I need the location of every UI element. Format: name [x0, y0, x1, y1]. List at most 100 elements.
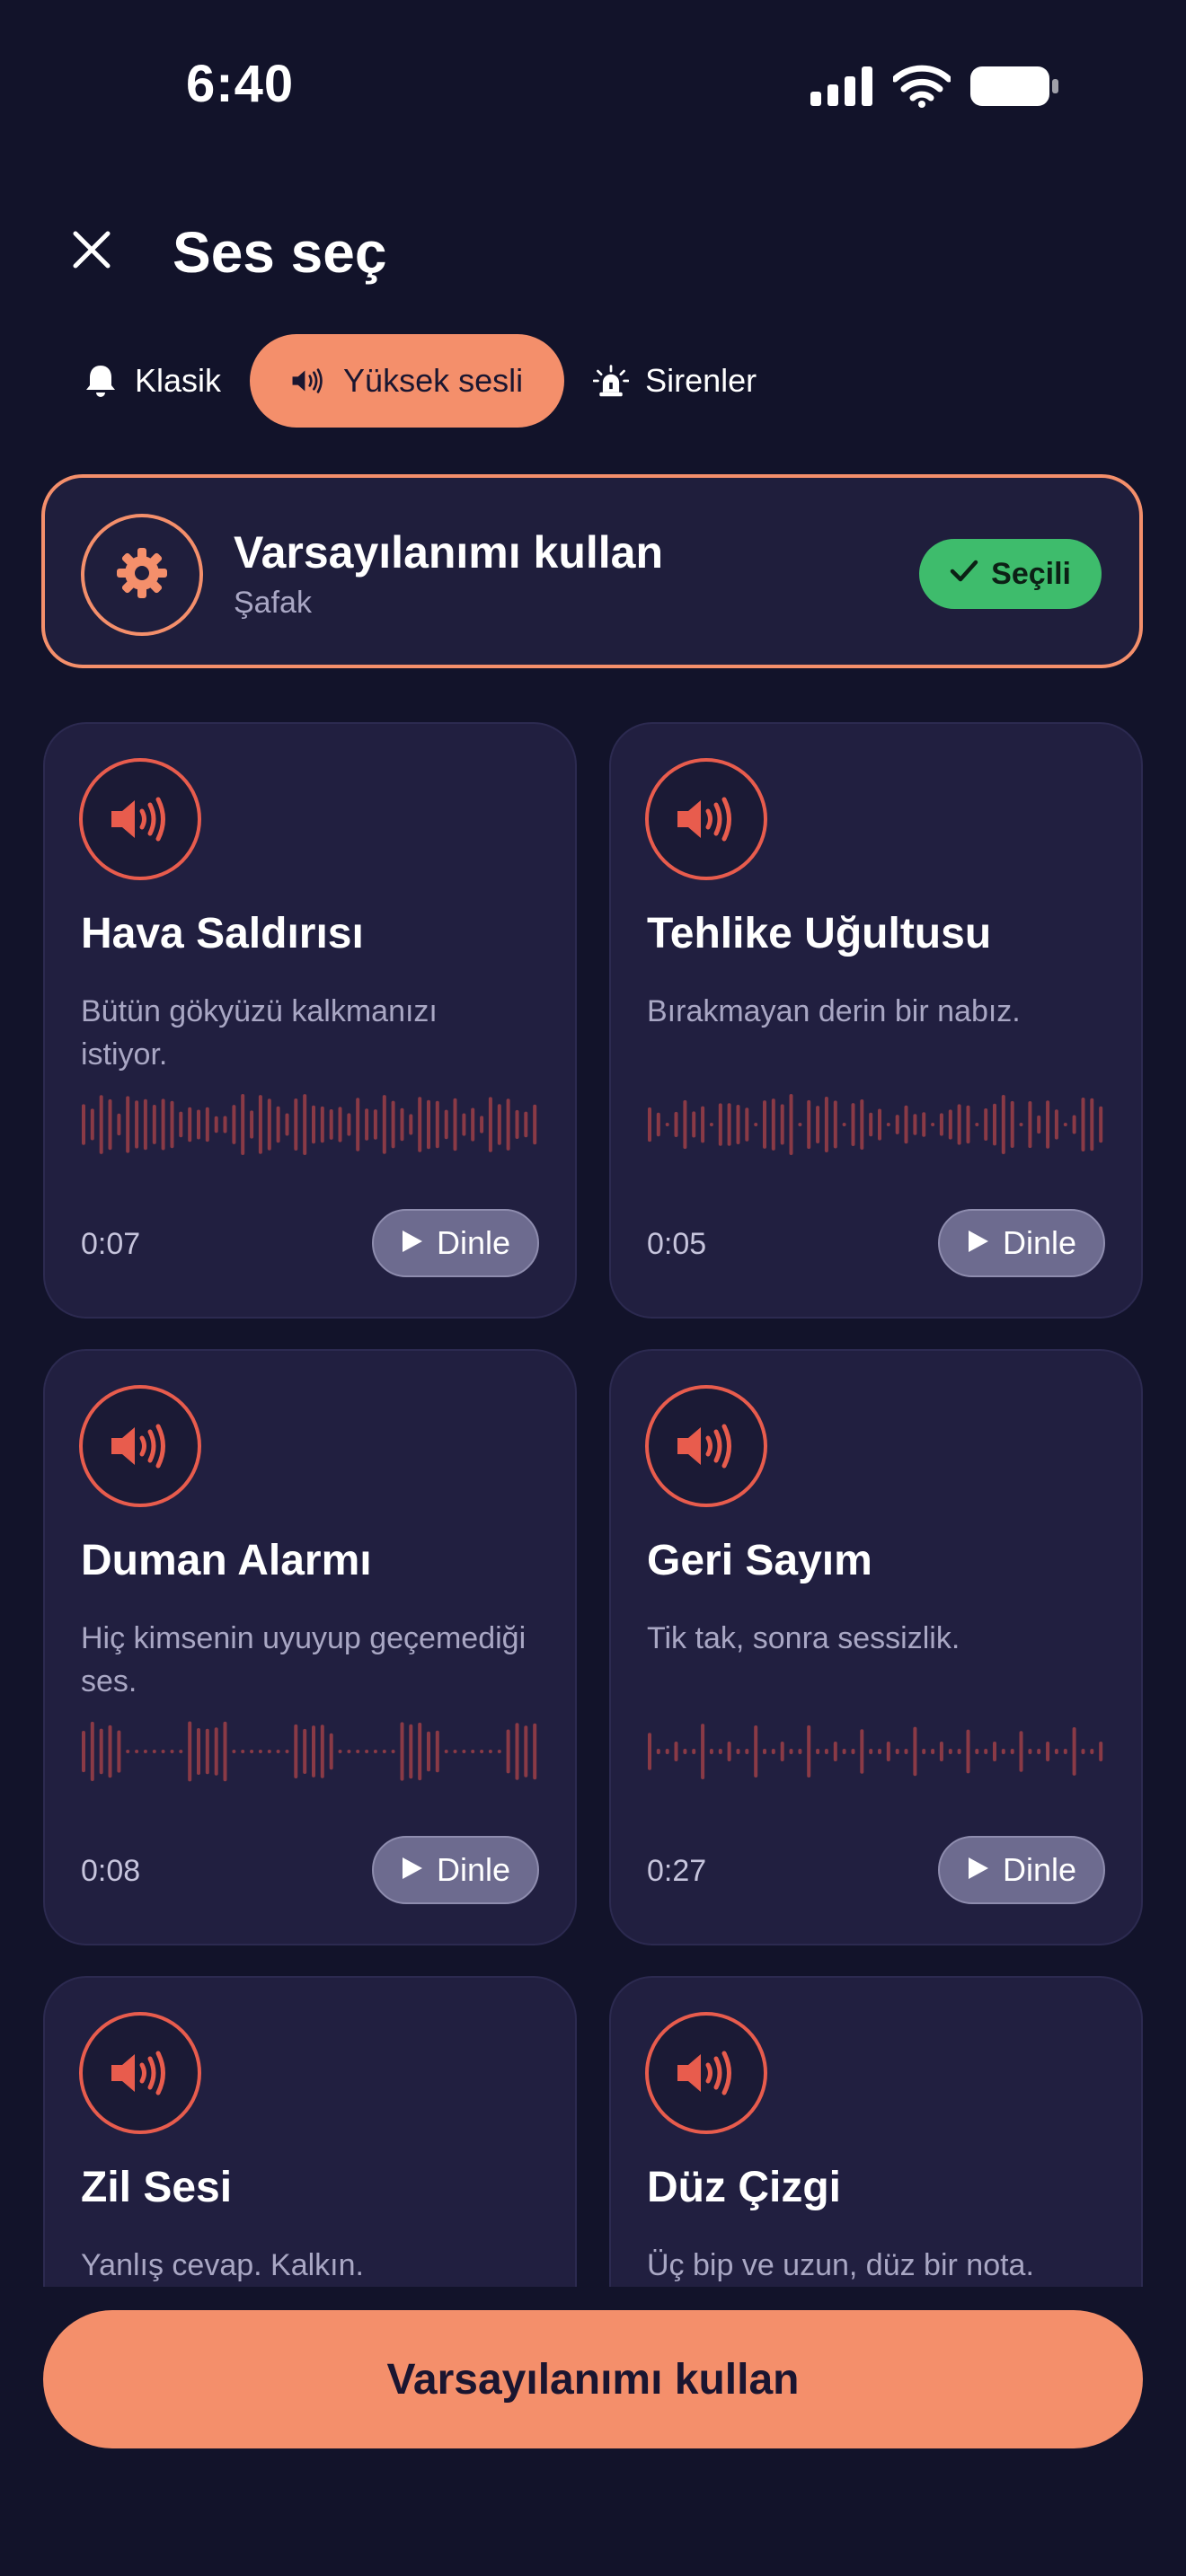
waveform-bar — [701, 1106, 705, 1143]
waveform-bar — [241, 1750, 245, 1753]
waveform-bar — [435, 1730, 439, 1773]
waveform-bar — [347, 1113, 351, 1136]
waveform-bar — [1028, 1101, 1032, 1149]
play-icon — [967, 1851, 990, 1889]
waveform-bar — [816, 1106, 820, 1143]
sound-grid: Hava Saldırısı Bütün gökyüzü kalkmanızı … — [0, 719, 1186, 2287]
waveform-bar — [771, 1098, 775, 1151]
play-button[interactable]: Dinle — [937, 1209, 1105, 1277]
waveform-bar — [869, 1749, 873, 1754]
status-icons — [810, 65, 1060, 112]
waveform-bar — [1090, 1098, 1094, 1151]
tab-yuksek-sesli[interactable]: Yüksek sesli — [250, 334, 565, 428]
waveform-bar — [886, 1742, 890, 1761]
waveform-bar — [780, 1104, 784, 1145]
waveform-bar — [939, 1742, 943, 1761]
waveform-bar — [480, 1750, 484, 1753]
waveform-bar — [320, 1106, 324, 1143]
waveform-bar — [718, 1103, 722, 1146]
waveform-bar — [763, 1749, 766, 1754]
waveform-bar — [205, 1107, 209, 1142]
waveform-bar — [117, 1730, 121, 1773]
play-button[interactable]: Dinle — [371, 1836, 539, 1904]
waveform-bar — [745, 1107, 749, 1142]
waveform-bar — [975, 1123, 979, 1126]
use-default-button[interactable]: Varsayılanımı kullan — [43, 2310, 1143, 2448]
waveform-bar — [214, 1116, 218, 1134]
waveform-bar — [824, 1097, 828, 1152]
waveform-bar — [1072, 1727, 1076, 1776]
waveform-bar — [373, 1109, 377, 1140]
play-button[interactable]: Dinle — [937, 1836, 1105, 1904]
waveform-bar — [188, 1107, 192, 1142]
waveform-bar — [833, 1742, 837, 1761]
play-label: Dinle — [436, 1851, 510, 1888]
waveform-bar — [648, 1107, 651, 1142]
waveform-bar — [1081, 1749, 1085, 1754]
sound-card[interactable]: Tehlike Uğultusu Bırakmayan derin bir na… — [609, 722, 1143, 1319]
play-icon — [401, 1224, 424, 1262]
waveform-bar — [524, 1725, 528, 1778]
sound-card[interactable]: Hava Saldırısı Bütün gökyüzü kalkmanızı … — [43, 722, 577, 1319]
waveform-bar — [957, 1104, 961, 1145]
waveform-bar — [798, 1749, 802, 1754]
sound-card[interactable]: Geri Sayım Tik tak, sonra sessizlik. 0:2… — [609, 1349, 1143, 1945]
default-sound-option[interactable]: Varsayılanımı kullan Şafak Seçili — [41, 474, 1143, 668]
waveform-bar — [966, 1105, 970, 1144]
sound-title: Duman Alarmı — [81, 1537, 372, 1584]
waveform-bar — [1081, 1098, 1085, 1151]
waveform-bar — [435, 1100, 439, 1149]
waveform-bar — [197, 1728, 200, 1775]
waveform-bar — [709, 1123, 713, 1126]
play-label: Dinle — [436, 1224, 510, 1261]
waveform-bar — [665, 1123, 669, 1126]
waveform-bar — [1099, 1106, 1103, 1143]
wifi-icon — [891, 65, 952, 112]
waveform-bar — [904, 1749, 908, 1754]
tab-klasik[interactable]: Klasik — [54, 334, 250, 428]
waveform-bar — [223, 1116, 227, 1134]
selected-badge: Seçili — [919, 539, 1102, 609]
waveform-bar — [1010, 1749, 1014, 1754]
cellular-signal-icon — [810, 66, 873, 110]
waveform-bar — [807, 1099, 811, 1150]
sound-description: Üç bip ve uzun, düz bir nota. — [647, 2248, 1034, 2282]
sound-title: Geri Sayım — [647, 1537, 872, 1584]
waveform-bar — [179, 1111, 183, 1138]
waveform-bar — [515, 1723, 519, 1780]
sound-card[interactable]: Zil Sesi Yanlış cevap. Kalkın. — [43, 1976, 577, 2287]
waveform-bar — [922, 1112, 926, 1137]
waveform-bar — [143, 1098, 147, 1151]
close-button[interactable] — [65, 225, 119, 278]
waveform-bar — [267, 1098, 271, 1151]
waveform — [648, 1724, 1103, 1779]
tab-label: Klasik — [135, 362, 222, 399]
waveform-bar — [869, 1112, 873, 1137]
play-button[interactable]: Dinle — [371, 1209, 539, 1277]
waveform-bar — [409, 1724, 413, 1779]
sound-duration: 0:27 — [647, 1854, 707, 1888]
waveform-bar — [1037, 1749, 1041, 1754]
waveform-bar — [674, 1742, 678, 1761]
speaker-loud-icon — [291, 363, 327, 399]
waveform-bar — [683, 1099, 687, 1150]
tab-sirenler[interactable]: Sirenler — [564, 334, 785, 428]
waveform-bar — [736, 1105, 740, 1144]
waveform-bar — [294, 1724, 298, 1778]
siren-icon — [593, 363, 630, 399]
sound-card[interactable]: Duman Alarmı Hiç kimsenin uyuyup geçemed… — [43, 1349, 577, 1945]
sound-duration: 0:08 — [81, 1854, 141, 1888]
waveform-bar — [931, 1749, 935, 1754]
waveform-bar — [135, 1750, 139, 1753]
waveform-bar — [303, 1094, 307, 1155]
waveform-bar — [223, 1721, 227, 1782]
waveform-bar — [444, 1750, 448, 1753]
waveform-bar — [966, 1729, 970, 1774]
waveform-bar — [842, 1123, 846, 1126]
sound-card[interactable]: Düz Çizgi Üç bip ve uzun, düz bir nota. — [609, 1976, 1143, 2287]
sound-title: Zil Sesi — [81, 2164, 233, 2211]
waveform-bar — [833, 1100, 837, 1149]
waveform-bar — [126, 1750, 130, 1753]
selected-label: Seçili — [991, 556, 1071, 591]
waveform-bar — [1090, 1749, 1094, 1754]
